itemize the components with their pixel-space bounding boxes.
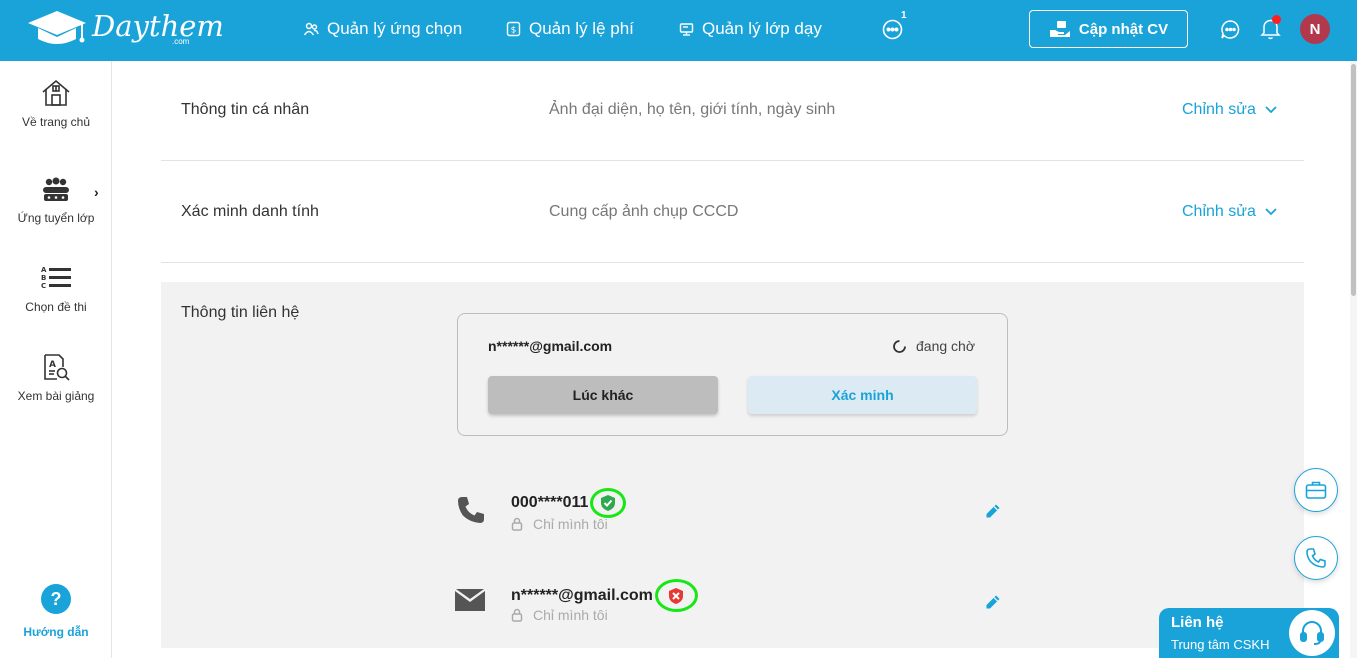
nav-label: Quản lý lệ phí xyxy=(529,19,634,38)
sidebar-item-label: Ứng tuyển lớp xyxy=(17,211,95,225)
phone-value: 000****011 xyxy=(511,488,627,518)
edit-label: Chỉnh sửa xyxy=(1182,101,1256,118)
update-cv-label: Cập nhật CV xyxy=(1078,20,1169,38)
more-dots-icon xyxy=(882,19,903,40)
edit-email-button[interactable] xyxy=(985,594,1001,615)
chevron-down-icon xyxy=(1265,106,1277,114)
chat-button[interactable] xyxy=(1220,19,1241,45)
help-icon: ? xyxy=(41,584,71,614)
scrollbar-thumb[interactable] xyxy=(1351,64,1356,296)
lesson-search-icon: A xyxy=(44,354,70,381)
phone-icon xyxy=(458,497,484,523)
briefcase-icon xyxy=(1305,481,1327,499)
chevron-right-icon[interactable]: › xyxy=(94,184,99,200)
section-title: Thông tin cá nhân xyxy=(181,101,310,118)
privacy-label: Chỉ mình tôi xyxy=(533,516,608,532)
mail-icon xyxy=(455,589,485,611)
verification-status: đang chờ xyxy=(892,338,975,354)
section-identity-verification: Xác minh danh tính Cung cấp ảnh chụp CCC… xyxy=(161,161,1304,263)
section-contact-info: Thông tin liên hệ n******@gmail.com đang… xyxy=(161,282,1304,648)
jobs-float-button[interactable] xyxy=(1294,468,1338,512)
later-button[interactable]: Lúc khác xyxy=(488,376,718,414)
group-icon xyxy=(43,177,69,201)
chevron-down-icon xyxy=(1265,208,1277,216)
lock-icon xyxy=(511,517,523,531)
shield-check-icon xyxy=(601,495,616,511)
headset-icon xyxy=(1289,610,1335,656)
status-text: đang chờ xyxy=(916,338,976,354)
nav-label: Quản lý ứng chọn xyxy=(327,19,463,38)
svg-text:$: $ xyxy=(511,26,517,36)
sidebar-item-label: Chọn đề thi xyxy=(25,300,87,314)
class-icon xyxy=(679,22,694,36)
top-navbar: Daythem .com Quản lý ứng chọn $ Quản lý … xyxy=(0,0,1357,61)
nav-manage-fees[interactable]: $ Quản lý lệ phí xyxy=(506,19,634,39)
customer-support-widget[interactable]: Liên hệ Trung tâm CSKH xyxy=(1159,608,1339,658)
notification-count: 1 xyxy=(901,10,907,21)
sidebar-item-choose-exam[interactable]: A B C Chọn đề thi xyxy=(0,264,112,314)
section-personal-info: Thông tin cá nhân Ảnh đại diện, họ tên, … xyxy=(161,61,1304,161)
privacy-setting[interactable]: Chỉ mình tôi xyxy=(511,607,608,623)
phone-outline-icon xyxy=(1306,548,1326,568)
nav-label: Quản lý lớp dạy xyxy=(702,19,822,38)
notification-dot xyxy=(1272,15,1281,24)
pending-email: n******@gmail.com xyxy=(488,338,613,354)
cv-hand-icon xyxy=(1049,21,1070,37)
fee-icon: $ xyxy=(506,21,521,37)
pencil-icon xyxy=(986,504,1000,518)
more-menu-button[interactable] xyxy=(882,19,903,45)
chat-icon xyxy=(1221,20,1240,39)
contact-phone: 000****011 Chỉ mình tôi xyxy=(455,480,1015,540)
email-address: n******@gmail.com xyxy=(511,586,653,604)
svg-text:C: C xyxy=(41,282,46,290)
privacy-label: Chỉ mình tôi xyxy=(533,607,608,623)
update-cv-button[interactable]: Cập nhật CV xyxy=(1029,10,1188,48)
edit-identity-button[interactable]: Chỉnh sửa xyxy=(1182,203,1277,221)
svg-text:B: B xyxy=(41,274,46,282)
unverified-badge xyxy=(654,579,698,612)
edit-personal-info-button[interactable]: Chỉnh sửa xyxy=(1182,101,1277,119)
sidebar: Về trang chủ Ứng tuyển lớp › A B C Chọn … xyxy=(0,61,112,658)
sidebar-item-home[interactable]: Về trang chủ xyxy=(0,79,112,129)
home-icon xyxy=(42,79,70,106)
users-icon xyxy=(303,22,319,36)
nav-manage-applications[interactable]: Quản lý ứng chọn xyxy=(303,19,462,39)
logo-text: Daythem xyxy=(92,9,224,43)
sidebar-item-label: Về trang chủ xyxy=(21,115,91,129)
nav-manage-classes[interactable]: Quản lý lớp dạy xyxy=(679,19,822,39)
pencil-icon xyxy=(986,595,1000,609)
email-verification-card: n******@gmail.com đang chờ Lúc khác Xác … xyxy=(457,313,1008,436)
sidebar-item-view-lessons[interactable]: A Xem bài giảng xyxy=(0,353,112,403)
avatar[interactable]: N xyxy=(1300,14,1330,44)
support-title: Liên hệ xyxy=(1171,614,1224,631)
contact-email: n******@gmail.com Chỉ mình tôi xyxy=(455,571,1015,631)
graduation-cap-icon xyxy=(28,11,86,44)
shield-x-icon xyxy=(669,587,684,604)
logo[interactable]: Daythem xyxy=(26,9,224,49)
verified-badge xyxy=(590,488,627,518)
help-label: Hướng dẫn xyxy=(23,625,89,639)
phone-number: 000****011 xyxy=(511,494,589,511)
support-subtitle: Trung tâm CSKH xyxy=(1171,637,1270,652)
edit-phone-button[interactable] xyxy=(985,503,1001,524)
verify-button[interactable]: Xác minh xyxy=(748,376,977,414)
section-title: Xác minh danh tính xyxy=(181,203,319,220)
call-float-button[interactable] xyxy=(1294,536,1338,580)
lock-icon xyxy=(511,608,523,622)
spinner-icon xyxy=(893,339,906,353)
help-button[interactable]: ? Hướng dẫn xyxy=(0,584,112,639)
logo-subtext: .com xyxy=(172,37,190,46)
svg-text:A: A xyxy=(41,266,47,274)
edit-label: Chỉnh sửa xyxy=(1182,203,1256,220)
section-title: Thông tin liên hệ xyxy=(181,304,300,321)
abc-list-icon: A B C xyxy=(41,266,71,290)
section-description: Ảnh đại diện, họ tên, giới tính, ngày si… xyxy=(549,101,836,118)
sidebar-item-label: Xem bài giảng xyxy=(17,389,95,403)
section-description: Cung cấp ảnh chụp CCCD xyxy=(549,203,739,220)
svg-text:A: A xyxy=(49,360,56,370)
privacy-setting[interactable]: Chỉ mình tôi xyxy=(511,516,608,532)
